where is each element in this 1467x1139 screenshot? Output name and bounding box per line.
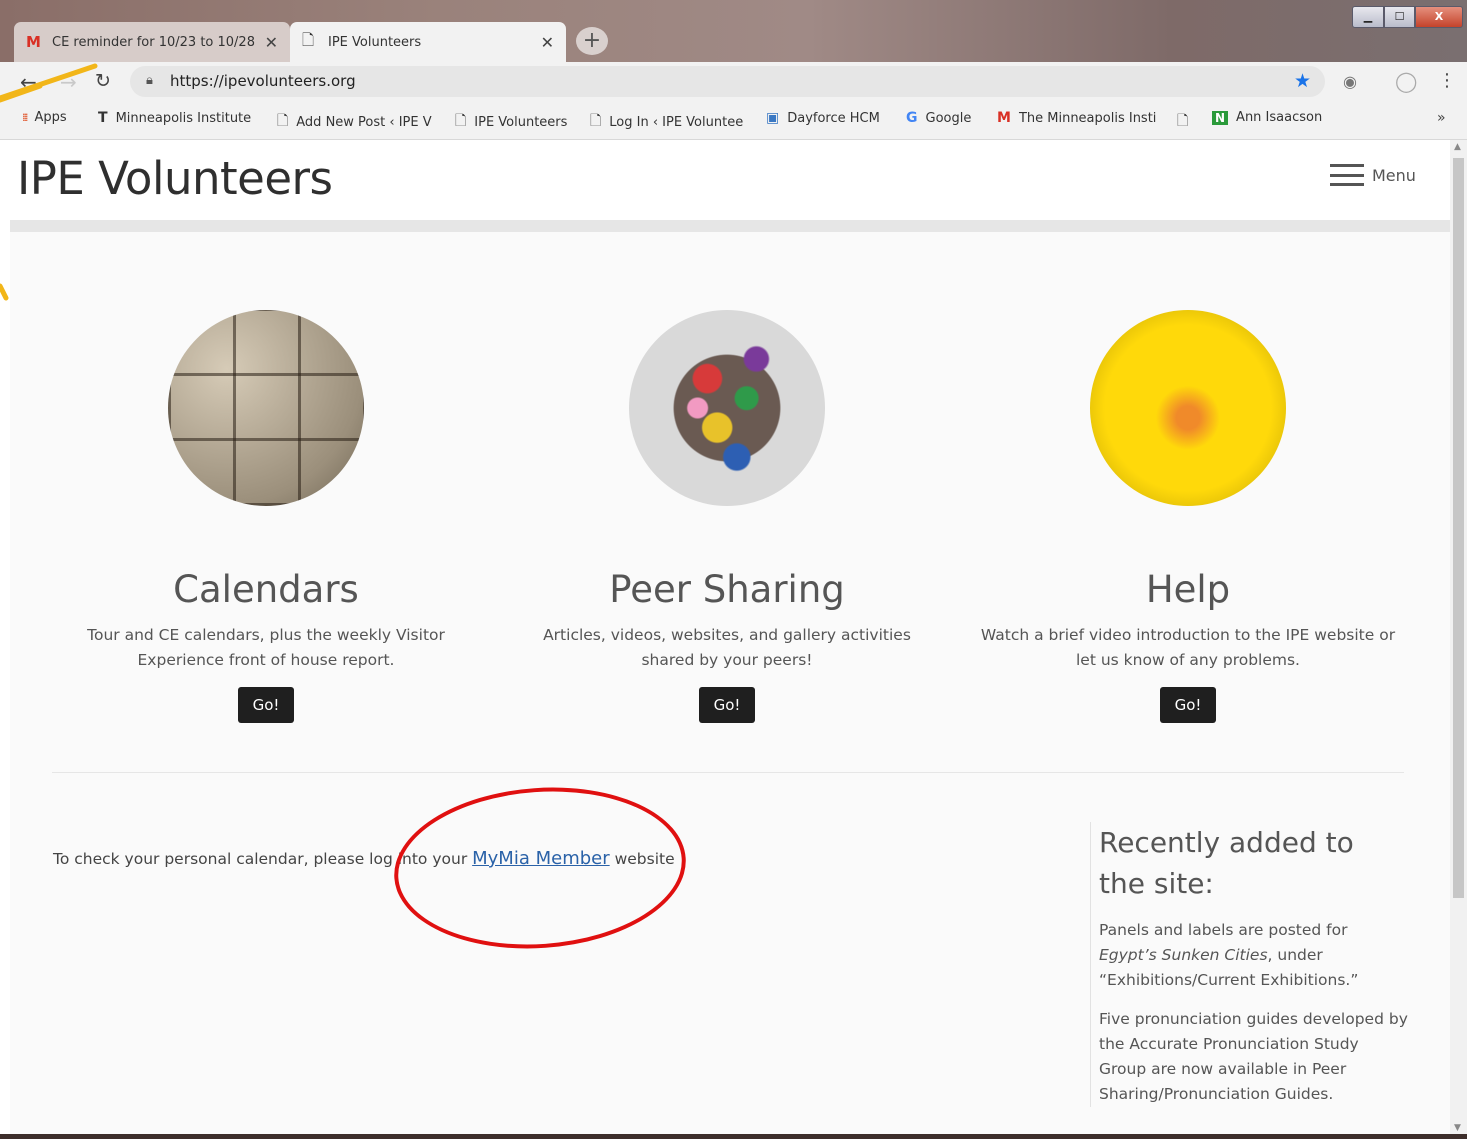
calendars-heading: Calendars — [173, 568, 359, 611]
bookmark-label: Apps — [34, 110, 67, 125]
close-window-button[interactable]: X — [1415, 6, 1463, 28]
vertical-scrollbar[interactable]: ▲ ▼ — [1450, 140, 1467, 1139]
calendars-section: Calendars Tour and CE calendars, plus th… — [46, 310, 486, 723]
news-item: Five pronunciation guides developed by t… — [1099, 1010, 1408, 1103]
peer-sharing-heading: Peer Sharing — [609, 568, 845, 611]
bookmark-ann-isaacson[interactable]: N Ann Isaacson — [1212, 110, 1322, 125]
new-tab-button[interactable]: + — [576, 27, 608, 55]
bookmark-ipe-volunteers[interactable]: 🗋 IPE Volunteers — [455, 110, 567, 134]
page-icon: 🗋 — [302, 30, 315, 49]
bookmarks-bar: ⁞⁞⁞ Apps T Minneapolis Institute 🗋 Add N… — [0, 102, 1467, 140]
bookmark-label: Add New Post ‹ IPE V — [296, 114, 432, 130]
scroll-down-icon[interactable]: ▼ — [1454, 1123, 1461, 1133]
bookmark-google[interactable]: G Google — [906, 110, 971, 126]
page-icon: 🗋 — [590, 113, 602, 129]
bookmark-label: Ann Isaacson — [1236, 110, 1323, 125]
menu-label: Menu — [1372, 165, 1416, 185]
help-go-button[interactable]: Go! — [1160, 687, 1216, 723]
lock-icon[interactable]: 🔒︎ — [146, 73, 153, 88]
bookmarks-overflow-icon[interactable]: » — [1437, 110, 1446, 126]
bookmark-star-icon[interactable]: ★ — [1294, 70, 1311, 92]
gmail-icon: M — [997, 110, 1011, 126]
recent-additions-sidebar: Recently added to the site: Panels and l… — [1090, 822, 1408, 1107]
header-divider — [10, 220, 1450, 232]
bookmark-log-in[interactable]: 🗋 Log In ‹ IPE Voluntee — [590, 110, 743, 134]
calendars-image[interactable] — [168, 310, 364, 506]
tab-ipe-volunteers[interactable]: 🗋 IPE Volunteers ✕ — [290, 22, 566, 62]
more-menu-icon[interactable]: ⋮ — [1438, 70, 1456, 91]
red-annotation-circle — [388, 778, 692, 958]
bookmark-label: Minneapolis Institute — [115, 110, 252, 126]
apps-grid-icon: ⁞⁞⁞ — [22, 111, 28, 124]
peer-sharing-go-button[interactable]: Go! — [699, 687, 755, 723]
bookmark-label: Google — [925, 110, 972, 126]
url-text[interactable]: https://ipevolunteers.org — [170, 72, 356, 90]
bookmark-dayforce[interactable]: ▣ Dayforce HCM — [766, 110, 880, 126]
news-item: Panels and labels are posted for Egypt’s… — [1099, 921, 1359, 989]
help-heading: Help — [1145, 568, 1231, 611]
help-image[interactable] — [1090, 310, 1286, 506]
page-icon: 🗋 — [277, 113, 289, 129]
sidebar-heading: Recently added to the site: — [1099, 826, 1354, 900]
section-divider — [52, 772, 1404, 773]
reload-icon[interactable]: ↻ — [95, 70, 111, 92]
title-bar: M CE reminder for 10/23 to 10/28 - ✕ 🗋 I… — [0, 0, 1467, 66]
profile-icon[interactable]: ◯ — [1395, 69, 1417, 93]
bookmark-apps[interactable]: ⁞⁞⁞ Apps — [22, 110, 67, 125]
gmail-icon: M — [26, 33, 41, 51]
site-title[interactable]: IPE Volunteers — [17, 152, 333, 205]
menu-button[interactable]: Menu — [1330, 164, 1416, 186]
browser-toolbar: ← → ↻ 🔒︎ https://ipevolunteers.org ★ ◉ ◯… — [0, 62, 1467, 102]
bookmark-label: The Minneapolis Insti — [1018, 110, 1157, 126]
maximize-button[interactable]: ☐ — [1384, 6, 1415, 28]
hamburger-icon — [1330, 164, 1364, 186]
address-bar[interactable]: 🔒︎ https://ipevolunteers.org ★ — [130, 66, 1325, 97]
browser-window: M CE reminder for 10/23 to 10/28 - ✕ 🗋 I… — [0, 0, 1467, 1139]
bookmark-add-new-post[interactable]: 🗋 Add New Post ‹ IPE V — [277, 110, 432, 134]
peer-sharing-image[interactable] — [629, 310, 825, 506]
close-tab-icon[interactable]: ✕ — [265, 33, 278, 52]
web-page: IPE Volunteers Menu Calendars Tour and C… — [10, 140, 1450, 1139]
minimize-button[interactable]: ▁ — [1352, 6, 1384, 28]
page-icon: 🗋 — [455, 113, 467, 129]
bookmark-label: Log In ‹ IPE Voluntee — [609, 114, 744, 130]
page-icon: 🗋 — [1177, 113, 1189, 129]
tab-gmail[interactable]: M CE reminder for 10/23 to 10/28 - ✕ — [14, 22, 290, 62]
bookmark-label: IPE Volunteers — [474, 114, 568, 130]
calendars-go-button[interactable]: Go! — [238, 687, 294, 723]
dayforce-icon: ▣ — [766, 110, 780, 126]
site-header: IPE Volunteers Menu — [10, 140, 1450, 220]
peer-sharing-section: Peer Sharing Articles, videos, websites,… — [507, 310, 947, 723]
calendars-description: Tour and CE calendars, plus the weekly V… — [87, 626, 445, 669]
scroll-up-icon[interactable]: ▲ — [1454, 142, 1461, 152]
back-arrow-icon[interactable]: ← — [20, 70, 37, 94]
taskbar-edge — [0, 1134, 1467, 1139]
help-description: Watch a brief video introduction to the … — [980, 626, 1396, 669]
bookmark-minneapolis-institute[interactable]: T Minneapolis Institute — [98, 110, 251, 126]
peer-sharing-description: Articles, videos, websites, and gallery … — [543, 626, 911, 669]
bookmark-label: Dayforce HCM — [787, 110, 880, 126]
forward-arrow-icon[interactable]: → — [60, 70, 77, 94]
n-logo-icon: N — [1212, 110, 1229, 125]
google-icon: G — [906, 110, 918, 126]
scrollbar-thumb[interactable] — [1453, 158, 1464, 898]
tab-label: CE reminder for 10/23 to 10/28 - — [52, 34, 259, 50]
help-section: Help Watch a brief video introduction to… — [968, 310, 1408, 723]
bookmark-unnamed[interactable]: 🗋 — [1177, 110, 1196, 134]
tab-label: IPE Volunteers — [328, 34, 422, 50]
close-tab-icon[interactable]: ✕ — [541, 33, 554, 52]
extension-icon[interactable]: ◉ — [1343, 72, 1357, 91]
bookmark-minneapolis-gmail[interactable]: M The Minneapolis Insti — [997, 110, 1156, 126]
mia-logo-icon: T — [98, 110, 108, 126]
